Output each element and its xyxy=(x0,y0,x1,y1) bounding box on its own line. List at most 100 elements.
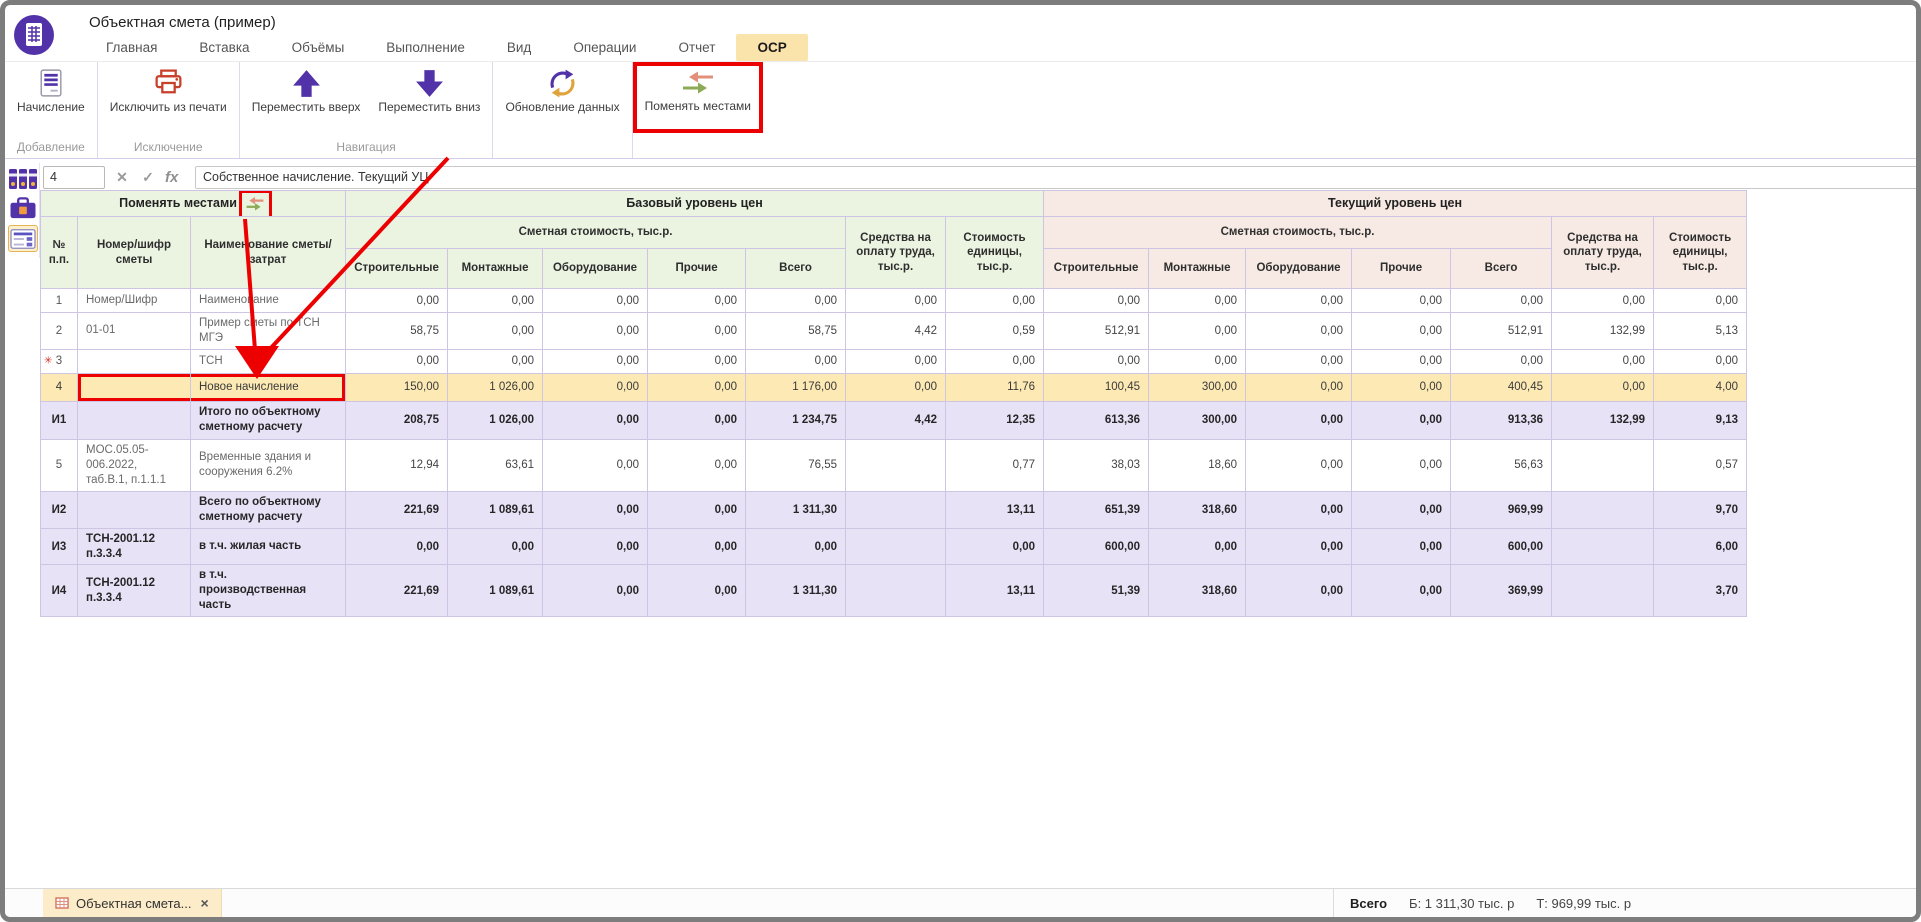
table-cell[interactable]: 150,00 xyxy=(346,373,448,401)
briefcase-view-button[interactable] xyxy=(8,195,38,222)
table-cell[interactable]: 600,00 xyxy=(1451,528,1552,565)
cancel-icon[interactable]: ✕ xyxy=(113,169,131,186)
table-cell[interactable]: Временные здания и сооружения 6.2% xyxy=(191,439,346,491)
table-cell[interactable]: 0,00 xyxy=(1352,373,1451,401)
table-cell[interactable]: 0,00 xyxy=(1044,349,1149,373)
exclude-from-print-button[interactable]: Исключить из печати xyxy=(101,62,236,115)
table-cell[interactable]: 0,00 xyxy=(746,289,846,313)
table-cell[interactable]: 0,00 xyxy=(746,528,846,565)
table-cell[interactable]: 38,03 xyxy=(1044,439,1149,491)
table-cell[interactable]: ТСН-2001.12 п.3.3.4 xyxy=(78,528,191,565)
table-cell[interactable]: 0,00 xyxy=(946,289,1044,313)
table-cell[interactable]: 913,36 xyxy=(1451,401,1552,439)
table-cell[interactable]: 5 xyxy=(41,439,78,491)
table-cell[interactable]: 4,42 xyxy=(846,313,946,350)
table-cell[interactable]: 132,99 xyxy=(1552,313,1654,350)
table-cell[interactable]: 0,00 xyxy=(1352,313,1451,350)
table-cell[interactable]: 0,00 xyxy=(648,313,746,350)
table-cell[interactable]: 0,00 xyxy=(946,349,1044,373)
table-cell[interactable]: 0,00 xyxy=(1352,491,1451,528)
table-row[interactable]: И2Всего по объектному сметному расчету22… xyxy=(41,491,1747,528)
formula-value-input[interactable] xyxy=(195,166,1921,189)
table-cell[interactable]: 400,45 xyxy=(1451,373,1552,401)
table-cell[interactable]: 512,91 xyxy=(1044,313,1149,350)
table-cell[interactable]: ТСН-2001.12 п.3.3.4 xyxy=(78,565,191,617)
table-cell[interactable]: 0,00 xyxy=(543,313,648,350)
table-cell[interactable]: 6,00 xyxy=(1654,528,1747,565)
table-cell[interactable]: 0,00 xyxy=(1352,401,1451,439)
table-cell[interactable]: 12,94 xyxy=(346,439,448,491)
swap-button[interactable]: Поменять местами xyxy=(636,62,760,114)
table-cell[interactable]: 0,00 xyxy=(1246,401,1352,439)
move-up-button[interactable]: Переместить вверх xyxy=(243,62,370,115)
table-cell[interactable]: 0,00 xyxy=(543,565,648,617)
table-cell[interactable]: 0,00 xyxy=(1044,289,1149,313)
table-cell[interactable]: 0,00 xyxy=(846,289,946,313)
binders-view-button[interactable] xyxy=(8,165,38,192)
table-cell[interactable]: 0,00 xyxy=(543,289,648,313)
table-cell[interactable] xyxy=(846,528,946,565)
move-down-button[interactable]: Переместить вниз xyxy=(369,62,489,115)
table-cell[interactable]: 0,00 xyxy=(648,439,746,491)
table-cell[interactable]: 0,00 xyxy=(346,289,448,313)
table-cell[interactable]: 1 234,75 xyxy=(746,401,846,439)
table-cell[interactable]: 0,00 xyxy=(1246,289,1352,313)
table-cell[interactable]: 0,00 xyxy=(1352,528,1451,565)
table-cell[interactable]: 0,00 xyxy=(1246,373,1352,401)
table-row[interactable]: И3ТСН-2001.12 п.3.3.4в т.ч. жилая часть0… xyxy=(41,528,1747,565)
table-cell[interactable]: Новое начисление xyxy=(191,373,346,401)
table-cell[interactable]: 76,55 xyxy=(746,439,846,491)
table-cell[interactable] xyxy=(846,439,946,491)
table-cell[interactable]: 11,76 xyxy=(946,373,1044,401)
tab-otchet[interactable]: Отчет xyxy=(657,34,736,61)
row-number-input[interactable] xyxy=(43,166,105,189)
table-cell[interactable]: 0,00 xyxy=(448,313,543,350)
table-cell[interactable]: И1 xyxy=(41,401,78,439)
table-cell[interactable]: 0,00 xyxy=(1246,349,1352,373)
table-cell[interactable]: И4 xyxy=(41,565,78,617)
table-cell[interactable] xyxy=(846,565,946,617)
swap-mini-icon[interactable] xyxy=(243,194,267,214)
table-cell[interactable]: Номер/Шифр xyxy=(78,289,191,313)
table-cell[interactable]: ТСН xyxy=(191,349,346,373)
table-cell[interactable]: 0,00 xyxy=(1149,528,1246,565)
table-cell[interactable]: 0,00 xyxy=(543,491,648,528)
table-cell[interactable]: 600,00 xyxy=(1044,528,1149,565)
table-cell[interactable]: 1 089,61 xyxy=(448,565,543,617)
table-cell[interactable]: 0,00 xyxy=(448,349,543,373)
refresh-data-button[interactable]: Обновление данных xyxy=(496,62,628,115)
table-cell[interactable] xyxy=(1552,565,1654,617)
table-cell[interactable] xyxy=(846,491,946,528)
table-cell[interactable]: 0,00 xyxy=(648,349,746,373)
table-cell[interactable]: Наименование xyxy=(191,289,346,313)
table-cell[interactable] xyxy=(78,401,191,439)
table-cell[interactable]: 1 026,00 xyxy=(448,401,543,439)
table-cell[interactable]: 56,63 xyxy=(1451,439,1552,491)
table-cell[interactable]: 13,11 xyxy=(946,565,1044,617)
fx-icon[interactable]: fx xyxy=(165,169,187,186)
table-cell[interactable]: 369,99 xyxy=(1451,565,1552,617)
table-cell[interactable]: 0,00 xyxy=(543,439,648,491)
table-cell[interactable]: 0,00 xyxy=(1149,349,1246,373)
tab-obyomy[interactable]: Объёмы xyxy=(271,34,366,61)
tab-operacii[interactable]: Операции xyxy=(552,34,657,61)
table-cell[interactable]: 0,57 xyxy=(1654,439,1747,491)
table-cell[interactable]: 63,61 xyxy=(448,439,543,491)
table-cell[interactable]: 0,00 xyxy=(648,373,746,401)
table-cell[interactable]: Итого по объектному сметному расчету xyxy=(191,401,346,439)
table-cell[interactable]: 0,00 xyxy=(1654,349,1747,373)
table-cell[interactable]: 0,00 xyxy=(1149,289,1246,313)
table-cell[interactable]: 651,39 xyxy=(1044,491,1149,528)
table-cell[interactable]: 0,00 xyxy=(1246,439,1352,491)
table-cell[interactable] xyxy=(1552,439,1654,491)
table-cell[interactable]: 0,00 xyxy=(346,349,448,373)
table-cell[interactable]: Пример сметы по ТСН МГЭ xyxy=(191,313,346,350)
table-cell[interactable]: 0,00 xyxy=(648,565,746,617)
table-cell[interactable]: 58,75 xyxy=(346,313,448,350)
table-cell[interactable] xyxy=(78,373,191,401)
table-cell[interactable]: 0,00 xyxy=(543,401,648,439)
tab-osr[interactable]: ОСР xyxy=(736,34,807,61)
table-cell[interactable]: 0,00 xyxy=(1246,565,1352,617)
table-cell[interactable]: 0,00 xyxy=(543,349,648,373)
table-row[interactable]: И4ТСН-2001.12 п.3.3.4в т.ч. производстве… xyxy=(41,565,1747,617)
